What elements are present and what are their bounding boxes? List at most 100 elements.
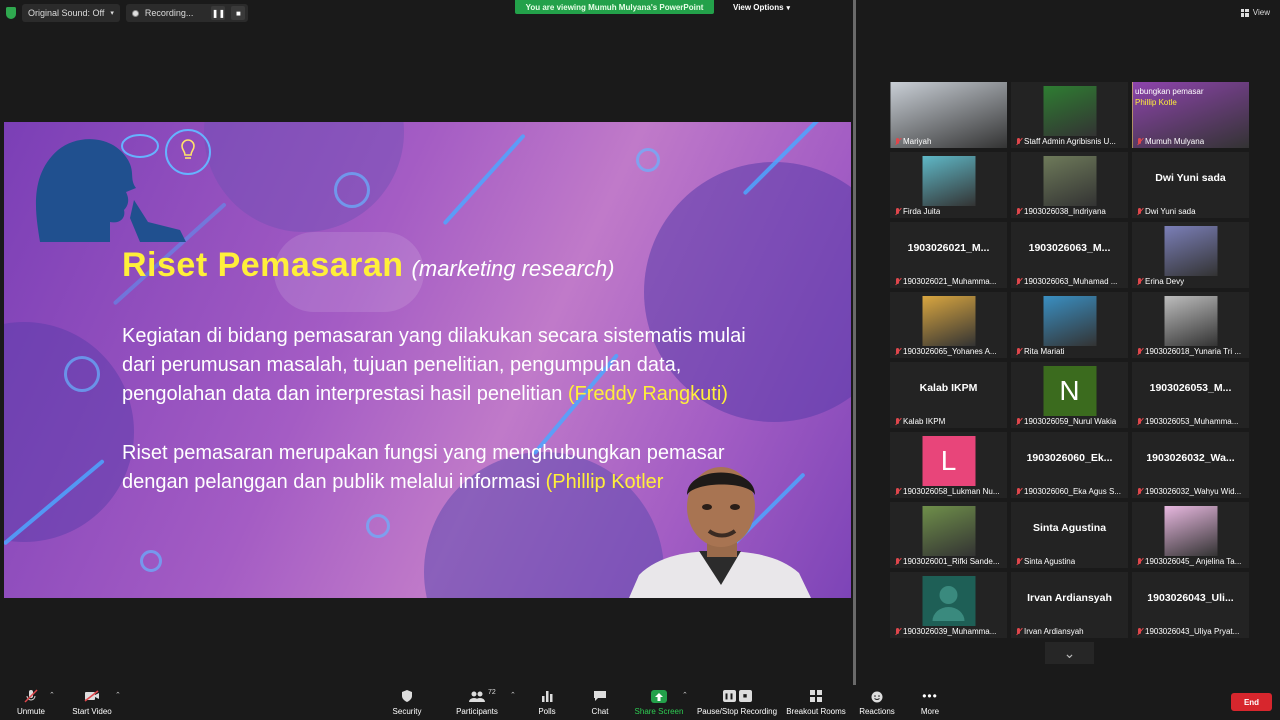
- start-video-button[interactable]: Start Video: [70, 685, 114, 720]
- unmute-button[interactable]: Unmute: [14, 685, 48, 720]
- mic-muted-icon: [1015, 277, 1022, 286]
- participant-display-name: 1903026063_M...: [1028, 242, 1111, 254]
- participant-name: Mariyah: [903, 137, 932, 146]
- breakout-rooms-icon: [808, 689, 824, 703]
- decor-stripe: [442, 133, 526, 226]
- participant-name: 1903026021_Muhamma...: [903, 277, 997, 286]
- pause-stop-recording-button[interactable]: ❚❚ ■ Pause/Stop Recording: [696, 685, 778, 720]
- participant-name: 1903026063_Muhamad ...: [1024, 277, 1118, 286]
- participants-options-caret-icon[interactable]: ⌃: [510, 691, 516, 699]
- recording-indicator: Recording... ❚❚ ■: [125, 4, 249, 22]
- chevron-down-icon: ⌄: [1063, 644, 1076, 661]
- chat-button[interactable]: Chat: [585, 685, 615, 720]
- participant-photo: [1164, 506, 1217, 556]
- reactions-icon: [869, 689, 885, 703]
- view-button[interactable]: View: [1240, 8, 1270, 17]
- pause-stop-icon: ❚❚ ■: [722, 689, 752, 703]
- mic-muted-icon: [1015, 417, 1022, 426]
- share-screen-icon: [651, 690, 667, 703]
- decor-ring: [64, 356, 100, 392]
- participant-tile[interactable]: Erina Devy: [1132, 222, 1249, 288]
- reactions-button[interactable]: Reactions: [858, 685, 896, 720]
- polls-button[interactable]: Polls: [532, 685, 562, 720]
- encryption-shield-icon[interactable]: [6, 7, 16, 19]
- participant-tile[interactable]: 1903026063_M... 1903026063_Muhamad ...: [1011, 222, 1128, 288]
- stop-recording-icon[interactable]: ■: [231, 6, 246, 20]
- participant-tile[interactable]: 1903026038_Indriyana: [1011, 152, 1128, 218]
- panel-divider[interactable]: [853, 0, 856, 685]
- participant-tile[interactable]: Rita Mariati: [1011, 292, 1128, 358]
- participant-tile[interactable]: L 1903026058_Lukman Nu...: [890, 432, 1007, 498]
- participant-tile[interactable]: ubungkan pemasar Phillip Kotle Mumuh Mulya…: [1132, 82, 1249, 148]
- audio-options-caret-icon[interactable]: ⌃: [49, 691, 55, 699]
- mic-muted-icon: [1136, 277, 1143, 286]
- polls-icon: [539, 689, 555, 703]
- security-button[interactable]: Security: [390, 685, 424, 720]
- participant-tile[interactable]: Sinta Agustina Sinta Agustina: [1011, 502, 1128, 568]
- participant-tile[interactable]: 1903026053_M... 1903026053_Muhamma...: [1132, 362, 1249, 428]
- participant-tile[interactable]: 1903026018_Yunaria Tri ...: [1132, 292, 1249, 358]
- participant-tile[interactable]: 1903026065_Yohanes A...: [890, 292, 1007, 358]
- reactions-label: Reactions: [859, 707, 895, 716]
- participant-display-name: Sinta Agustina: [1032, 522, 1107, 534]
- participant-name: 1903026053_Muhamma...: [1145, 417, 1239, 426]
- participant-tile[interactable]: 1903026039_Muhamma...: [890, 572, 1007, 638]
- mic-muted-icon: [1136, 627, 1143, 636]
- mic-muted-icon: [1015, 137, 1022, 146]
- participant-name-label: 1903026018_Yunaria Tri ...: [1136, 347, 1245, 356]
- participant-name: 1903026045_ Anjelina Ta...: [1145, 557, 1242, 566]
- participant-tile[interactable]: N 1903026059_Nurul Wakia: [1011, 362, 1128, 428]
- participant-tile[interactable]: Irvan Ardiansyah Irvan Ardiansyah: [1011, 572, 1128, 638]
- share-screen-button[interactable]: Share Screen: [634, 685, 684, 720]
- participant-name: Dwi Yuni sada: [1145, 207, 1196, 216]
- original-sound-toggle[interactable]: Original Sound: Off ▾: [22, 4, 120, 22]
- participant-name: 1903026058_Lukman Nu...: [903, 487, 1000, 496]
- more-label: More: [920, 707, 940, 716]
- chevron-down-icon[interactable]: ▾: [110, 9, 114, 17]
- mic-muted-icon: [894, 207, 901, 216]
- video-options-caret-icon[interactable]: ⌃: [115, 691, 121, 699]
- decor-ring: [334, 172, 370, 208]
- participant-tile[interactable]: Staff Admin Agribisnis U...: [1011, 82, 1128, 148]
- participant-name: Staff Admin Agribisnis U...: [1024, 137, 1116, 146]
- participant-photo: [1164, 226, 1217, 276]
- mic-muted-icon: [894, 347, 901, 356]
- breakout-rooms-button[interactable]: Breakout Rooms: [786, 685, 846, 720]
- participant-name-label: Mariyah: [894, 137, 1003, 146]
- participant-tile[interactable]: 1903026045_ Anjelina Ta...: [1132, 502, 1249, 568]
- slide-title: Riset Pemasaran (marketing research): [122, 246, 615, 285]
- scroll-down-button[interactable]: ⌄: [1045, 642, 1094, 664]
- mic-muted-icon: [1136, 487, 1143, 496]
- more-button[interactable]: ••• More: [914, 685, 946, 720]
- participant-display-name: Dwi Yuni sada: [1155, 172, 1226, 184]
- participant-name: 1903026043_Uliya Pryat...: [1145, 627, 1240, 636]
- participant-display-name: 1903026032_Wa...: [1146, 452, 1235, 464]
- participant-tile[interactable]: 1903026021_M... 1903026021_Muhamma...: [890, 222, 1007, 288]
- participant-name: 1903026038_Indriyana: [1024, 207, 1106, 216]
- mic-muted-icon: [894, 277, 901, 286]
- pause-recording-icon[interactable]: ❚❚: [211, 6, 226, 20]
- participant-tile[interactable]: Mariyah: [890, 82, 1007, 148]
- participant-tile[interactable]: Kalab IKPM Kalab IKPM: [890, 362, 1007, 428]
- participant-name-label: 1903026032_Wahyu Wid...: [1136, 487, 1245, 496]
- participant-tile[interactable]: Dwi Yuni sada Dwi Yuni sada: [1132, 152, 1249, 218]
- participant-name: 1903026059_Nurul Wakia: [1024, 417, 1117, 426]
- participant-name-label: 1903026058_Lukman Nu...: [894, 487, 1003, 496]
- share-options-caret-icon[interactable]: ⌃: [682, 691, 688, 699]
- view-options-button[interactable]: View Options ▾: [727, 1, 796, 14]
- participant-tile[interactable]: Firda Juita: [890, 152, 1007, 218]
- original-sound-label: Original Sound: Off: [28, 8, 105, 18]
- participant-tile[interactable]: 1903026032_Wa... 1903026032_Wahyu Wid...: [1132, 432, 1249, 498]
- chat-label: Chat: [591, 707, 609, 716]
- thinking-head-icon: [35, 129, 211, 242]
- slide-paragraph-1: Kegiatan di bidang pemasaran yang dilaku…: [122, 322, 782, 409]
- grid-view-icon: [1240, 8, 1249, 17]
- participant-name-label: 1903026039_Muhamma...: [894, 627, 1003, 636]
- participant-tile[interactable]: 1903026060_Ek... 1903026060_Eka Agus S...: [1011, 432, 1128, 498]
- participant-photo: [1043, 296, 1096, 346]
- participant-tile[interactable]: 1903026001_Rifki Sande...: [890, 502, 1007, 568]
- participant-tile[interactable]: 1903026043_Uli... 1903026043_Uliya Pryat.…: [1132, 572, 1249, 638]
- unmute-label: Unmute: [16, 707, 45, 716]
- top-left-controls: Original Sound: Off ▾ Recording... ❚❚ ■: [6, 4, 249, 22]
- end-meeting-button[interactable]: End: [1231, 693, 1272, 711]
